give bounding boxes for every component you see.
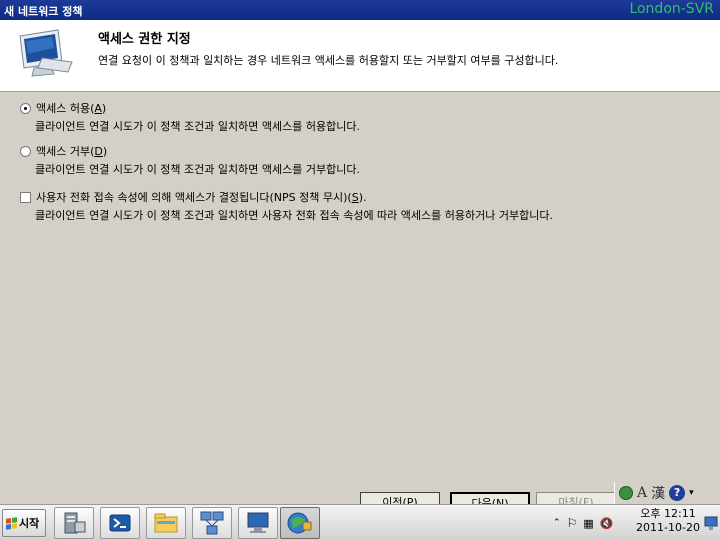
server-manager-taskbar-button[interactable] — [54, 507, 94, 539]
help-icon[interactable]: ? — [669, 485, 686, 501]
grant-access-description: 클라이언트 연결 시도가 이 정책 조건과 일치하면 액세스를 허용합니다. — [35, 120, 360, 133]
network-status-icon[interactable]: ▦ — [583, 517, 593, 530]
dialin-properties-label[interactable]: 사용자 전화 접속 속성에 의해 액세스가 결정됩니다(NPS 정책 무시)(S… — [36, 189, 366, 205]
show-desktop-button[interactable] — [703, 507, 719, 539]
server-manager-icon — [64, 512, 86, 534]
clock-date: 2011-10-20 — [636, 521, 700, 534]
dialin-label-before: 사용자 전화 접속 속성에 의해 액세스가 결정됩니다(NPS 정책 무시)( — [36, 191, 352, 204]
deny-access-description: 클라이언트 연결 시도가 이 정책 조건과 일치하면 액세스를 거부합니다. — [35, 163, 360, 176]
network-icon — [200, 511, 224, 535]
finish-button: 마침(F) — [536, 492, 616, 504]
window-titlebar: 새 네트워크 정책 London-SVR — [0, 0, 720, 20]
monitor-icon — [19, 29, 73, 77]
grant-access-label[interactable]: 액세스 허용(A) — [36, 100, 106, 116]
wizard-button-row: 이전(P) 다음(N) 마침(F) — [360, 492, 620, 504]
grant-access-option[interactable]: 액세스 허용(A) 클라이언트 연결 시도가 이 정책 조건과 일치하면 액세스… — [20, 100, 360, 134]
ime-globe-icon[interactable] — [619, 486, 633, 500]
nps-taskbar-button[interactable] — [280, 507, 320, 539]
taskbar: 시작 ⌃ ⚐ ▦ 🔇 오후 12:11 2011-10-20 — [0, 504, 720, 540]
deny-label-before: 액세스 거부( — [36, 145, 95, 158]
server-label: London-SVR — [629, 1, 714, 17]
clock-time: 오후 12:11 — [640, 507, 696, 520]
powershell-icon — [109, 514, 131, 532]
dialin-label-after: ). — [358, 191, 367, 204]
deny-access-option[interactable]: 액세스 거부(D) 클라이언트 연결 시도가 이 정책 조건과 일치하면 액세스… — [20, 143, 360, 177]
volume-muted-icon[interactable]: 🔇 — [600, 517, 614, 530]
nps-icon — [287, 512, 312, 534]
deny-access-radio[interactable] — [20, 145, 31, 157]
clock[interactable]: 오후 12:11 2011-10-20 — [636, 507, 700, 535]
start-button[interactable]: 시작 — [2, 509, 46, 537]
network-taskbar-button[interactable] — [192, 507, 232, 539]
dialin-properties-description: 클라이언트 연결 시도가 이 정책 조건과 일치하면 사용자 전화 접속 속성에… — [35, 209, 553, 222]
language-bar[interactable]: A 漢 ? ▾ — [614, 482, 720, 504]
remote-desktop-icon — [247, 512, 269, 533]
langbar-options-icon[interactable]: ▾ — [689, 488, 694, 498]
remote-desktop-taskbar-button[interactable] — [238, 507, 278, 539]
grant-access-radio[interactable] — [20, 102, 31, 114]
start-label: 시작 — [19, 517, 40, 530]
grant-label-before: 액세스 허용( — [36, 102, 95, 115]
powershell-taskbar-button[interactable] — [100, 507, 140, 539]
explorer-taskbar-button[interactable] — [146, 507, 186, 539]
next-button[interactable]: 다음(N) — [450, 492, 530, 504]
page-title: 액세스 권한 지정 — [98, 32, 191, 47]
page-header: 액세스 권한 지정 연결 요청이 이 정책과 일치하는 경우 네트워크 액세스를… — [0, 20, 720, 92]
show-hidden-icons-icon[interactable]: ⌃ — [553, 518, 561, 528]
deny-access-label[interactable]: 액세스 거부(D) — [36, 143, 107, 159]
windows-logo-icon — [6, 516, 17, 530]
desktop-icon — [704, 516, 718, 530]
dialin-properties-checkbox[interactable] — [20, 191, 31, 203]
page-description: 연결 요청이 이 정책과 일치하는 경우 네트워크 액세스를 허용할지 또는 거… — [98, 54, 559, 67]
grant-hotkey: A — [94, 102, 102, 115]
deny-hotkey: D — [94, 145, 103, 158]
explorer-icon — [154, 513, 178, 533]
system-tray: ⌃ ⚐ ▦ 🔇 — [553, 507, 613, 539]
dialin-hotkey: S — [351, 191, 359, 204]
deny-label-after: ) — [102, 145, 108, 158]
hanja-icon[interactable]: 漢 — [651, 483, 665, 503]
action-center-flag-icon[interactable]: ⚐ — [567, 516, 578, 530]
previous-button[interactable]: 이전(P) — [360, 492, 440, 504]
input-mode-indicator[interactable]: A — [637, 485, 647, 501]
window-title: 새 네트워크 정책 — [4, 5, 83, 18]
grant-label-after: ) — [101, 102, 107, 115]
dialin-properties-option[interactable]: 사용자 전화 접속 속성에 의해 액세스가 결정됩니다(NPS 정책 무시)(S… — [20, 189, 553, 223]
